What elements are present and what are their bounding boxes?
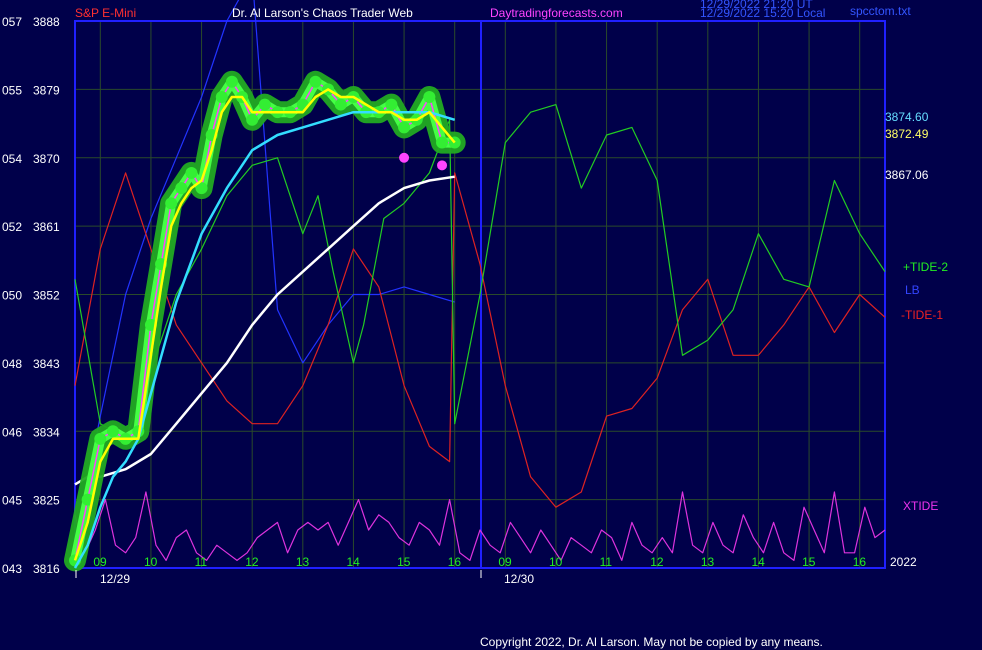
price-point	[246, 113, 259, 126]
y-tick-left: 054	[2, 152, 22, 166]
x-tick-label: 10	[144, 555, 158, 569]
time-local: 12/29/2022 15:20 Local	[700, 6, 825, 20]
y-tick-left: 057	[2, 15, 22, 29]
legend-tide1: -TIDE-1	[901, 308, 943, 322]
x-tick-label: 09	[498, 555, 512, 569]
price-point	[165, 197, 178, 210]
x-tick-label: 10	[549, 555, 563, 569]
price-point	[94, 432, 107, 445]
x-tick-label: 15	[397, 555, 411, 569]
y-tick-left: 048	[2, 357, 22, 371]
price-point	[423, 90, 436, 103]
price-point	[309, 75, 322, 88]
year-label: 2022	[890, 555, 917, 569]
y-tick-right: 3852	[33, 289, 60, 303]
x-tick-label: 12	[245, 555, 259, 569]
y-tick-right: 3825	[33, 494, 60, 508]
legend-tide2: +TIDE-2	[903, 260, 948, 274]
price-point	[106, 425, 119, 438]
y-tick-right: 3879	[33, 83, 60, 97]
legend-xtide: XTIDE	[903, 499, 938, 513]
x-tick-label: 13	[701, 555, 715, 569]
price-point	[175, 182, 188, 195]
y-tick-right: 3816	[33, 562, 60, 576]
copyright: Copyright 2022, Dr. Al Larson. May not b…	[480, 635, 823, 649]
price-point	[385, 98, 398, 111]
y-tick-left: 045	[2, 494, 22, 508]
price-point	[436, 136, 449, 149]
chart-canvas: 043 3816 045 3825 046 3834 048 3843 050 3852 052 38…	[0, 0, 982, 650]
symbol-label: S&P E-Mini	[75, 6, 136, 20]
price-point	[258, 98, 271, 111]
y-tick-right: 3861	[33, 220, 60, 234]
price-point	[225, 75, 238, 88]
x-tick-label: 13	[296, 555, 310, 569]
site-link[interactable]: Daytradingforecasts.com	[490, 6, 623, 20]
price-label-cyan: 3874.60	[885, 110, 929, 124]
y-tick-left: 052	[2, 220, 22, 234]
marker-dot	[399, 152, 410, 163]
y-tick-left: 055	[2, 83, 22, 97]
chart-title: Dr. Al Larson's Chaos Trader Web	[232, 6, 413, 20]
price-point	[185, 166, 198, 179]
x-tick-label: 11	[600, 555, 613, 569]
price-point	[215, 90, 228, 103]
y-tick-right: 3834	[33, 425, 60, 439]
y-tick-right: 3888	[33, 15, 60, 29]
x-tick-label: 11	[195, 555, 208, 569]
y-tick-right: 3870	[33, 152, 60, 166]
y-tick-left: 050	[2, 289, 22, 303]
x-tick-label: 16	[448, 555, 462, 569]
x-tick-label: 09	[93, 555, 107, 569]
y-tick-left: 046	[2, 425, 22, 439]
price-label-yellow: 3872.49	[885, 127, 929, 141]
x-tick-label: 12	[650, 555, 664, 569]
y-tick-left: 043	[2, 562, 22, 576]
y-tick-right: 3843	[33, 357, 60, 371]
date-label-1: 12/29	[100, 572, 130, 586]
x-tick-label: 15	[802, 555, 816, 569]
date-label-2: 12/30	[504, 572, 534, 586]
x-tick-label: 14	[346, 555, 360, 569]
file-name: spcctom.txt	[850, 4, 911, 18]
marker-dot	[437, 160, 448, 171]
price-point	[334, 98, 347, 111]
price-point	[398, 121, 411, 134]
x-tick-label: 16	[853, 555, 867, 569]
legend-lb: LB	[905, 283, 920, 297]
price-label-white: 3867.06	[885, 168, 929, 182]
x-tick-label: 14	[751, 555, 765, 569]
